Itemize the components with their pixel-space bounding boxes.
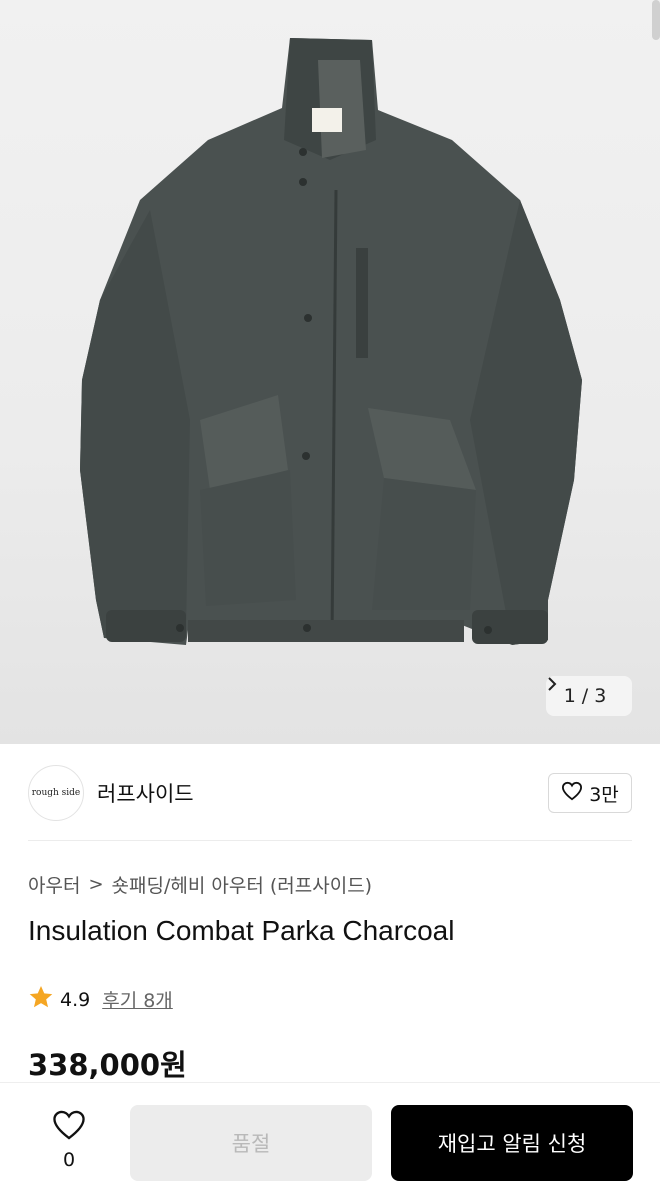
brand-logo[interactable]: rough side — [28, 765, 84, 821]
image-counter-total: 3 — [594, 685, 607, 707]
star-icon — [28, 984, 54, 1015]
brand-like-count: 3만 — [589, 783, 619, 806]
image-counter-separator: / — [581, 685, 589, 707]
brand-name[interactable]: 러프사이드 — [97, 778, 194, 808]
rating-score: 4.9 — [60, 988, 91, 1011]
divider — [28, 840, 632, 841]
product-image-gallery[interactable]: 1 / 3 — [0, 0, 660, 744]
reviews-link[interactable]: 후기 8개 — [102, 986, 173, 1013]
heart-outline-icon — [561, 781, 583, 806]
breadcrumb-item-outer[interactable]: 아우터 — [28, 871, 80, 898]
brand-row: rough side 러프사이드 3만 — [28, 764, 632, 822]
breadcrumb: 아우터 > 숏패딩/헤비 아우터 (러프사이드) — [28, 871, 372, 898]
product-price: 338,000원 — [28, 1048, 187, 1082]
breadcrumb-separator: > — [88, 874, 104, 895]
image-counter[interactable]: 1 / 3 — [546, 676, 632, 716]
wish-button[interactable]: 0 — [40, 1109, 98, 1171]
breadcrumb-item-padding[interactable]: 숏패딩/헤비 아우터 (러프사이드) — [112, 871, 373, 898]
image-counter-current: 1 — [563, 685, 576, 707]
heart-outline-icon — [51, 1109, 87, 1145]
bottom-action-bar: 0 품절 재입고 알림 신청 — [0, 1082, 660, 1200]
wish-count: 0 — [62, 1149, 76, 1171]
brand-logo-text: rough side — [31, 788, 81, 798]
jacket-image — [80, 38, 582, 645]
scrollbar-thumb[interactable] — [652, 0, 660, 40]
product-rating: 4.9 후기 8개 — [28, 984, 173, 1015]
brand-like-button[interactable]: 3만 — [548, 773, 632, 813]
soldout-button: 품절 — [130, 1105, 372, 1181]
restock-alert-button[interactable]: 재입고 알림 신청 — [391, 1105, 633, 1181]
product-title: Insulation Combat Parka Charcoal — [28, 915, 455, 946]
